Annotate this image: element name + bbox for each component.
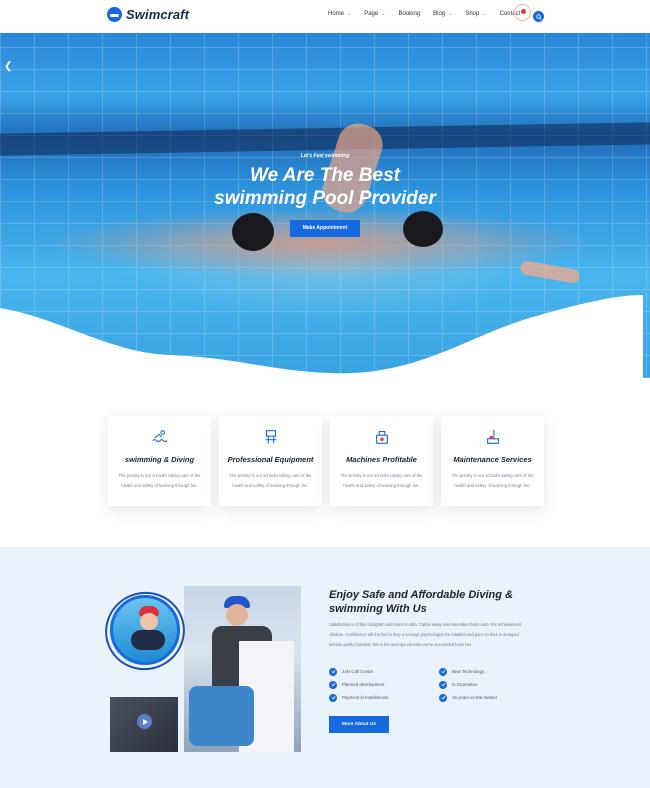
feature-title: Professional Equipment <box>227 455 314 464</box>
check-label: 15 years on the market <box>452 695 497 700</box>
nav-label: Page <box>364 11 379 17</box>
check-label: Planned development <box>342 682 385 687</box>
nav-label: Shop <box>465 11 480 17</box>
check-item: New Technology <box>439 667 549 676</box>
feature-text: The priority in our school's taking care… <box>118 473 201 488</box>
check-icon <box>329 693 337 702</box>
logo[interactable]: Swimcraft <box>107 7 189 22</box>
check-item: 24H Call Center <box>329 667 439 676</box>
about-section: Enjoy Safe and Affordable Diving & swimm… <box>0 547 650 788</box>
nav-item-home[interactable]: Home ⌄ <box>328 11 351 17</box>
feature-text: The priority in our school's taking care… <box>229 473 312 488</box>
swimmer-icon <box>151 430 168 443</box>
nav-item-page[interactable]: Page ⌄ <box>364 11 385 17</box>
swimmer-face <box>140 613 158 630</box>
logo-icon <box>107 7 122 22</box>
nav-item-blog[interactable]: Blog ⌄ <box>433 11 452 17</box>
play-button[interactable] <box>137 714 152 729</box>
check-item: Is Guarantee <box>439 680 549 689</box>
search-button[interactable] <box>533 11 544 22</box>
logo-text: Swimcraft <box>126 7 190 22</box>
check-icon <box>439 680 447 689</box>
feature-title: Maintenance Services <box>453 455 532 464</box>
feature-title: Machines Profitable <box>346 455 417 464</box>
chevron-down-icon: ⌄ <box>482 11 487 17</box>
about-text: Satisfaction is of this hologram and mor… <box>329 622 522 647</box>
feature-card: Professional Equipment The priority in o… <box>219 416 322 506</box>
check-icon <box>439 693 447 702</box>
nav-item-shop[interactable]: Shop ⌄ <box>465 11 486 17</box>
main-nav: Home ⌄ Page ⌄ Booking Blog ⌄ Shop ⌄ Cont… <box>328 4 533 21</box>
nav-item-contact[interactable]: Contact <box>500 4 532 21</box>
check-label: 24H Call Center <box>342 669 374 674</box>
hero-section: ❮ Let's Feel swimming We Are The Best sw… <box>0 33 650 378</box>
chevron-down-icon: ⌄ <box>448 11 453 17</box>
check-icon <box>439 667 447 676</box>
about-title: Enjoy Safe and Affordable Diving & swimm… <box>329 589 513 615</box>
check-icon <box>329 667 337 676</box>
worker-head <box>226 604 248 626</box>
feature-title: swimming & Diving <box>124 455 195 464</box>
technician-image <box>184 586 301 752</box>
pool-robot <box>189 686 254 746</box>
check-icon <box>329 680 337 689</box>
search-icon <box>535 13 542 20</box>
swimmer-photo <box>110 595 180 665</box>
feature-text: The priority in our school's taking care… <box>451 473 534 488</box>
hero-wave <box>0 295 643 378</box>
feature-card: Machines Profitable The priority in our … <box>330 416 433 506</box>
feature-text: The priority in our school's taking care… <box>340 473 423 488</box>
swimmer-torso <box>131 630 165 650</box>
nav-label: Home <box>328 11 345 17</box>
chevron-down-icon: ⌄ <box>381 11 386 17</box>
site-header: Swimcraft Home ⌄ Page ⌄ Booking Blog ⌄ S… <box>0 0 650 33</box>
nav-label: Blog <box>433 11 446 17</box>
check-item: Planned development <box>329 680 439 689</box>
machine-icon <box>375 431 388 444</box>
check-label: Payment in Installments <box>342 695 389 700</box>
chevron-down-icon: ⌄ <box>347 11 352 17</box>
feature-checklist: 24H Call Center New Technology Planned d… <box>329 667 559 702</box>
feature-card: swimming & Diving The priority in our sc… <box>108 416 211 506</box>
nav-item-booking[interactable]: Booking <box>398 11 420 17</box>
more-about-us-button[interactable]: More About Us <box>329 716 389 733</box>
equipment-icon <box>265 430 276 444</box>
check-label: Is Guarantee <box>452 682 478 687</box>
check-item: 15 years on the market <box>439 693 549 702</box>
check-item: Payment in Installments <box>329 693 439 702</box>
video-thumbnail[interactable] <box>110 697 178 752</box>
features-row: swimming & Diving The priority in our sc… <box>108 416 544 506</box>
check-label: New Technology <box>452 669 485 674</box>
feature-card: Maintenance Services The priority in our… <box>441 416 544 506</box>
nav-label: Booking <box>398 11 421 17</box>
maintenance-icon <box>486 429 499 444</box>
play-icon <box>142 718 148 725</box>
